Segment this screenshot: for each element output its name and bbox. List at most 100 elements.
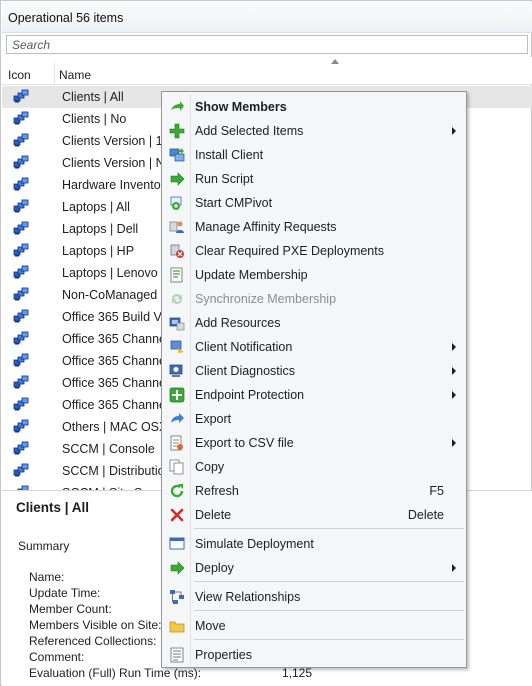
menu-item-copy[interactable]: Copy — [162, 456, 466, 478]
deploy-icon — [169, 560, 185, 576]
row-name: Laptops | Lenovo — [62, 266, 158, 280]
menu-item-refresh[interactable]: Refresh F5 — [162, 480, 466, 502]
menu-item-label: Update Membership — [195, 268, 308, 282]
collection-icon — [13, 397, 29, 411]
menu-item-label: Delete — [195, 508, 232, 522]
copy-icon — [169, 459, 185, 475]
row-name: Office 365 Channel — [62, 332, 169, 346]
row-name: Clients Version | No — [62, 156, 172, 170]
menu-item-label: Install Client — [195, 148, 264, 162]
collection-icon — [13, 287, 29, 301]
menu-item-label: Show Members — [195, 100, 287, 114]
menu-item-start-cmpivot[interactable]: Start CMPivot — [162, 192, 466, 214]
menu-item-show-members[interactable]: Show Members — [162, 96, 466, 118]
pxe-icon — [169, 243, 185, 259]
menu-item-synchronize-membership: Synchronize Membership — [162, 288, 466, 310]
collection-icon — [13, 133, 29, 147]
context-menu: Show Members Add Selected Items Install Cl… — [161, 91, 467, 668]
export-icon — [169, 411, 185, 427]
properties-icon — [169, 647, 185, 663]
menu-item-run-script[interactable]: Run Script — [162, 168, 466, 190]
menu-item-export-to-csv-file[interactable]: Export to CSV file — [162, 432, 466, 454]
menu-item-delete[interactable]: Delete Delete — [162, 504, 466, 526]
menu-separator — [194, 610, 464, 611]
column-header-bar: Icon Name — [2, 57, 532, 85]
update-membership-icon — [169, 267, 185, 283]
collection-icon — [13, 265, 29, 279]
menu-item-install-client[interactable]: Install Client — [162, 144, 466, 166]
row-name: Non-CoManaged c — [62, 288, 167, 302]
notification-icon — [169, 339, 185, 355]
field-label: Name: — [29, 570, 65, 584]
summary-section-label: Summary — [18, 539, 70, 553]
field-label: Evaluation (Full) Run Time (ms): — [29, 666, 202, 680]
menu-separator — [194, 528, 464, 529]
field-label: Member Count: — [29, 602, 112, 616]
install-client-icon — [169, 147, 185, 163]
row-name: SCCM | Distribution — [62, 464, 172, 478]
move-icon — [169, 618, 185, 634]
collection-icon — [13, 441, 29, 455]
sync-icon — [169, 291, 185, 307]
menu-item-label: Export to CSV file — [195, 436, 294, 450]
affinity-icon — [169, 219, 185, 235]
list-header: Operational 56 items — [2, 2, 532, 33]
refresh-icon — [169, 483, 185, 499]
column-header-icon[interactable]: Icon — [8, 68, 31, 82]
menu-item-label: Add Resources — [195, 316, 281, 330]
menu-item-label: Endpoint Protection — [195, 388, 305, 402]
column-separator[interactable] — [54, 63, 55, 85]
collection-icon — [13, 375, 29, 389]
menu-item-export[interactable]: Export — [162, 408, 466, 430]
submenu-arrow-icon — [452, 391, 456, 399]
menu-item-simulate-deployment[interactable]: Simulate Deployment — [162, 533, 466, 555]
row-name: Office 365 Build Ve — [62, 310, 169, 324]
collection-icon — [13, 89, 29, 103]
menu-item-label: Client Diagnostics — [195, 364, 296, 378]
row-name: Office 365 Channel — [62, 354, 169, 368]
sort-ascending-icon — [331, 59, 339, 64]
row-name: SCCM | Console — [62, 442, 155, 456]
submenu-arrow-icon — [452, 343, 456, 351]
cmpivot-icon — [169, 195, 185, 211]
collection-icon — [13, 331, 29, 345]
field-label: Members Visible on Site: — [29, 618, 162, 632]
menu-item-client-notification[interactable]: Client Notification — [162, 336, 466, 358]
column-header-name[interactable]: Name — [59, 68, 91, 82]
submenu-arrow-icon — [452, 367, 456, 375]
row-name: Clients | All — [62, 90, 124, 104]
relationships-icon — [169, 589, 185, 605]
field-label: Comment: — [29, 650, 85, 664]
row-name: Laptops | All — [62, 200, 130, 214]
collection-icon — [13, 463, 29, 477]
menu-item-client-diagnostics[interactable]: Client Diagnostics — [162, 360, 466, 382]
menu-item-manage-affinity-requests[interactable]: Manage Affinity Requests — [162, 216, 466, 238]
menu-item-properties[interactable]: Properties — [162, 644, 466, 666]
menu-item-endpoint-protection[interactable]: Endpoint Protection — [162, 384, 466, 406]
menu-item-add-selected-items[interactable]: Add Selected Items — [162, 120, 466, 142]
menu-item-add-resources[interactable]: Add Resources — [162, 312, 466, 334]
menu-item-label: Start CMPivot — [195, 196, 273, 210]
collection-icon — [13, 199, 29, 213]
menu-item-move[interactable]: Move — [162, 615, 466, 637]
menu-item-shortcut: F5 — [429, 484, 444, 498]
diagnostics-icon — [169, 363, 185, 379]
row-name: Clients | No — [62, 112, 127, 126]
menu-item-deploy[interactable]: Deploy — [162, 557, 466, 579]
menu-separator — [194, 581, 464, 582]
field-label: Update Time: — [29, 586, 101, 600]
menu-item-clear-required-pxe-deployments[interactable]: Clear Required PXE Deployments — [162, 240, 466, 262]
show-members-icon — [169, 99, 185, 115]
row-name: Hardware Inventory — [62, 178, 172, 192]
submenu-arrow-icon — [452, 439, 456, 447]
row-name: Clients Version | 19 — [62, 134, 170, 148]
menu-item-label: Copy — [195, 460, 225, 474]
search-input[interactable] — [7, 36, 527, 53]
simulate-icon — [169, 536, 185, 552]
menu-item-view-relationships[interactable]: View Relationships — [162, 586, 466, 608]
row-name: Others | MAC OSX — [62, 420, 168, 434]
menu-item-update-membership[interactable]: Update Membership — [162, 264, 466, 286]
menu-item-label: Clear Required PXE Deployments — [195, 244, 384, 258]
search-box[interactable] — [6, 35, 528, 54]
collection-icon — [13, 353, 29, 367]
